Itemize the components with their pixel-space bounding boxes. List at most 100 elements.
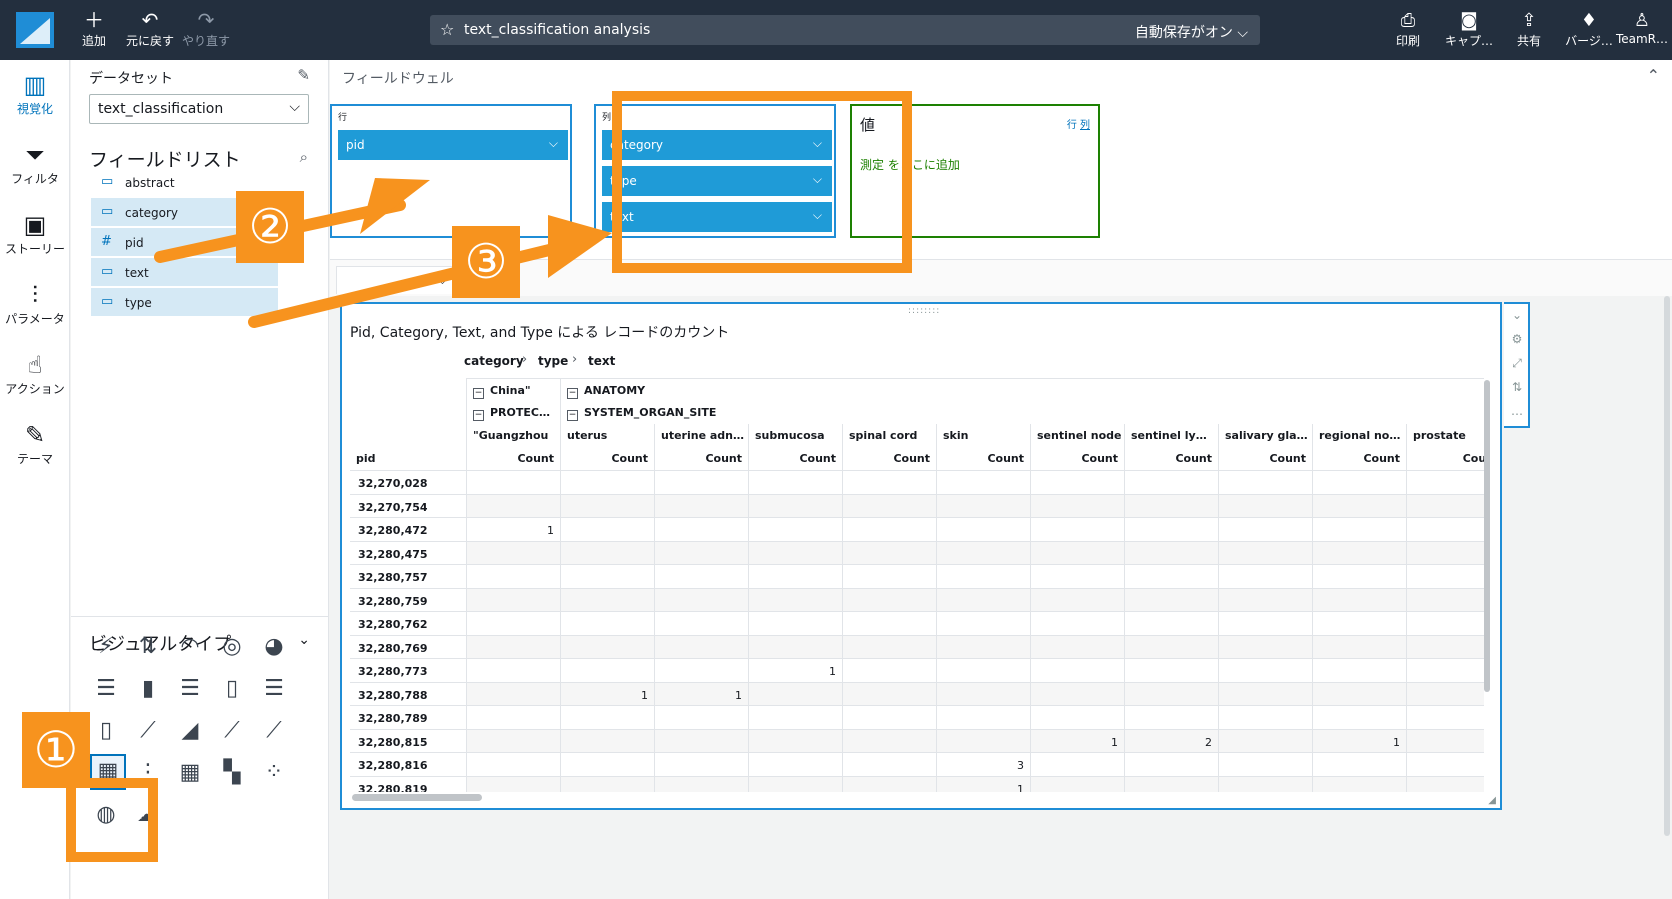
- donut-chart-icon[interactable]: ◎: [217, 632, 247, 662]
- column-header[interactable]: regional no…: [1312, 424, 1406, 447]
- column-group-header[interactable]: − PROTEC…: [466, 401, 560, 424]
- nav-story[interactable]: ▣ ストーリー: [0, 210, 70, 257]
- field-type[interactable]: ▭ type: [91, 288, 278, 316]
- row-label-pid[interactable]: 32,280,815: [350, 728, 466, 753]
- dataset-select[interactable]: text_classification ⌵: [89, 94, 309, 124]
- nav-actions[interactable]: ☝ アクション: [0, 350, 70, 397]
- stacked-horizontal-bar-icon[interactable]: ☰: [175, 674, 205, 704]
- main-scrollbar[interactable]: [1664, 296, 1670, 836]
- pie-chart-icon[interactable]: ◕: [259, 632, 289, 662]
- clustered-line-icon[interactable]: ⟋: [259, 716, 289, 746]
- row-label-pid[interactable]: 32,280,788: [350, 681, 466, 706]
- pivot-table-visual[interactable]: :::::::: Pid, Category, Text, and Type に…: [340, 302, 1502, 810]
- user-menu[interactable]: ♙ TeamR…: [1612, 10, 1672, 46]
- row-label-pid[interactable]: 32,280,773: [350, 658, 466, 682]
- table-cell: [1124, 493, 1218, 517]
- row-label-pid[interactable]: 32,270,028: [350, 470, 466, 494]
- breadcrumb-text[interactable]: text: [588, 354, 615, 368]
- field-wells-title: フィールドウェル: [342, 71, 454, 87]
- values-rows-link[interactable]: 行: [1067, 120, 1077, 131]
- column-header[interactable]: prostate: [1406, 424, 1484, 447]
- table-cell: [1030, 564, 1124, 588]
- autograph-icon[interactable]: ⚡: [91, 632, 121, 662]
- column-header[interactable]: salivary gla…: [1218, 424, 1312, 447]
- stacked-vertical-bar-icon[interactable]: ▯: [217, 674, 247, 704]
- collapse-toggle-icon[interactable]: −: [567, 388, 578, 399]
- breadcrumb-category[interactable]: category: [464, 354, 524, 368]
- row-label-pid[interactable]: 32,280,819: [350, 775, 466, 792]
- collapse-toggle-icon[interactable]: −: [473, 410, 484, 421]
- row-label-pid[interactable]: 32,280,789: [350, 705, 466, 729]
- row-label-pid[interactable]: 32,280,769: [350, 634, 466, 659]
- pencil-icon[interactable]: ✎: [297, 66, 310, 84]
- percent-bar-icon[interactable]: ☰: [259, 674, 289, 704]
- horizontal-bar-icon[interactable]: ☰: [91, 674, 121, 704]
- analysis-title[interactable]: text_classification analysis: [464, 22, 650, 38]
- area-chart-icon[interactable]: ◢: [175, 716, 205, 746]
- collapse-toggle-icon[interactable]: −: [567, 410, 578, 421]
- column-group-header[interactable]: − China": [466, 378, 560, 401]
- column-header[interactable]: uterus: [560, 424, 654, 447]
- undo-button[interactable]: ↶ 元に戻す: [120, 8, 180, 49]
- nav-parameters[interactable]: ⫶ パラメータ: [0, 280, 70, 327]
- column-header[interactable]: submucosa: [748, 424, 842, 447]
- swap-icon[interactable]: ⇅: [1508, 380, 1526, 394]
- row-label-pid[interactable]: 32,280,472: [350, 517, 466, 541]
- combo-bar-icon[interactable]: ▯: [91, 716, 121, 746]
- column-group-header[interactable]: − SYSTEM_ORGAN_SITE: [560, 401, 1484, 424]
- collapse-toggle-icon[interactable]: −: [473, 388, 484, 399]
- rows-well[interactable]: 行 pid ⌵: [330, 104, 572, 238]
- row-label-pid[interactable]: 32,280,759: [350, 587, 466, 612]
- row-label-pid[interactable]: 32,280,757: [350, 564, 466, 588]
- measure-header: Count: [466, 447, 560, 470]
- column-header[interactable]: sentinel ly…: [1124, 424, 1218, 447]
- sheet-tab[interactable]: ⌵: [336, 266, 456, 294]
- column-header[interactable]: "Guangzhou: [466, 424, 560, 447]
- row-label-pid[interactable]: 32,280,475: [350, 540, 466, 565]
- chevron-double-down-icon[interactable]: ⌄: [298, 632, 310, 648]
- tree-map-icon[interactable]: ▚: [217, 758, 247, 788]
- line-chart-icon[interactable]: ⟋: [133, 716, 163, 746]
- quicksight-logo[interactable]: [16, 12, 54, 48]
- row-label-pid[interactable]: 32,280,816: [350, 752, 466, 776]
- redo-button[interactable]: ↷ やり直す: [176, 8, 236, 49]
- table-cell: [654, 728, 748, 752]
- drag-handle-icon[interactable]: ::::::::: [908, 306, 940, 316]
- column-header[interactable]: spinal cord: [842, 424, 936, 447]
- column-header[interactable]: sentinel node: [1030, 424, 1124, 447]
- column-group-header[interactable]: − ANATOMY: [560, 378, 1484, 401]
- bar-line-combo-icon[interactable]: ⟋: [217, 716, 247, 746]
- kpi-icon[interactable]: ⇅: [133, 632, 163, 662]
- row-label-pid[interactable]: 32,270,754: [350, 493, 466, 518]
- more-options-icon[interactable]: …: [1508, 404, 1526, 418]
- autosave-dropdown[interactable]: 自動保存がオン ⌵: [1135, 22, 1248, 42]
- values-columns-link[interactable]: 列: [1080, 120, 1090, 131]
- star-icon[interactable]: ☆: [440, 20, 454, 39]
- search-icon[interactable]: ⌕: [300, 148, 308, 166]
- table-cell: [842, 775, 936, 792]
- analysis-title-bar[interactable]: ☆ text_classification analysis 自動保存がオン ⌵: [430, 15, 1260, 45]
- add-button[interactable]: ＋ 追加: [64, 8, 124, 49]
- column-header[interactable]: skin: [936, 424, 1030, 447]
- collapse-icon[interactable]: ⌃: [1647, 66, 1660, 85]
- share-button[interactable]: ⇪ 共有: [1496, 10, 1562, 49]
- scatter-plot-icon[interactable]: ⁘: [259, 758, 289, 788]
- resize-handle-icon[interactable]: ◢: [1488, 795, 1496, 806]
- column-header[interactable]: uterine adn…: [654, 424, 748, 447]
- vertical-scrollbar[interactable]: [1484, 380, 1490, 692]
- row-label-pid[interactable]: 32,280,762: [350, 611, 466, 635]
- expand-icon[interactable]: ⤢: [1508, 356, 1526, 371]
- gauge-icon[interactable]: ◠: [175, 632, 205, 662]
- nav-themes[interactable]: ✎ テーマ: [0, 420, 70, 467]
- rows-pill-pid[interactable]: pid ⌵: [338, 130, 568, 160]
- nav-filter[interactable]: ⏷ フィルタ: [0, 140, 70, 187]
- collapse-icon[interactable]: ⌄: [1508, 308, 1526, 322]
- vertical-bar-icon[interactable]: ▮: [133, 674, 163, 704]
- capture-button[interactable]: ◙ キャプ…: [1436, 10, 1502, 49]
- horizontal-scrollbar[interactable]: [352, 794, 482, 801]
- heat-map-icon[interactable]: ▦: [175, 758, 205, 788]
- gear-icon[interactable]: ⚙: [1508, 332, 1526, 346]
- breadcrumb-type[interactable]: type: [538, 354, 568, 368]
- nav-visualize[interactable]: ▥ 視覚化: [0, 70, 70, 117]
- print-button[interactable]: ⎙ 印刷: [1375, 10, 1441, 49]
